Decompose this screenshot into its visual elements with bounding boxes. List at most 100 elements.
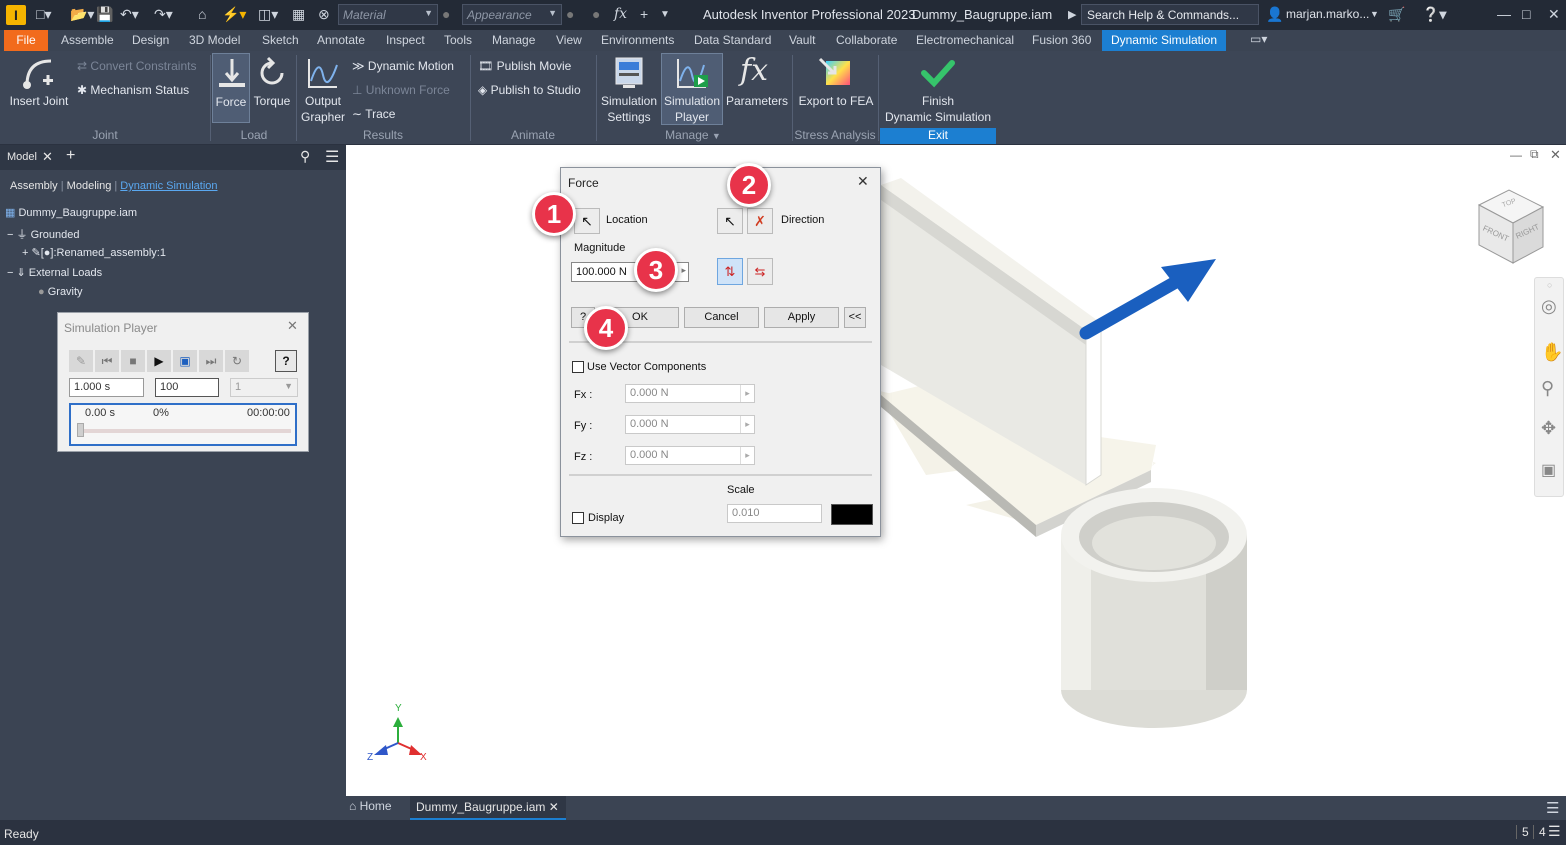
fx-arrow-icon[interactable]: ▸	[740, 385, 754, 402]
redo-icon[interactable]: ↷▾	[154, 6, 173, 23]
inventor-logo-icon[interactable]: I	[6, 5, 26, 25]
insert-joint-button[interactable]: Insert Joint	[4, 53, 72, 121]
tab-file[interactable]: File	[4, 30, 48, 51]
simulation-settings-button[interactable]: Simulation Settings	[598, 53, 660, 125]
stop-icon[interactable]: ■	[121, 350, 145, 372]
steering-wheel-icon[interactable]: ◎	[1541, 296, 1557, 317]
play-icon[interactable]: ▶	[147, 350, 171, 372]
user-icon[interactable]: 👤	[1266, 6, 1283, 23]
sim-help-icon[interactable]: ?	[275, 350, 297, 372]
mode-modeling[interactable]: Modeling	[67, 180, 112, 192]
tab-assemble[interactable]: Assemble	[61, 33, 114, 47]
tabs-menu-icon[interactable]: ☰	[1546, 799, 1559, 817]
viewport-close-icon[interactable]: ✕	[1550, 147, 1561, 163]
images-input[interactable]: 100	[155, 378, 219, 397]
new-file-icon[interactable]: □▾	[36, 6, 51, 23]
status-menu-icon[interactable]: ☰	[1548, 823, 1561, 840]
orbit-icon[interactable]: ✥	[1541, 418, 1556, 439]
browser-menu-icon[interactable]: ☰	[325, 147, 339, 167]
trace-button[interactable]: ∼ Trace	[352, 107, 395, 121]
graphics-viewport[interactable]: Y X Z TOP FRONT RIGHT — ⧉ ✕ ○ ◎ ✋ ⚲ ✥ ▣	[346, 145, 1566, 796]
end-time-input[interactable]: 1.000 s	[69, 378, 144, 397]
appearance-sphere-icon[interactable]: ●	[442, 6, 450, 22]
cancel-button[interactable]: Cancel	[684, 307, 759, 328]
sim-player-close-icon[interactable]: ✕	[287, 318, 298, 334]
user-name[interactable]: marjan.marko...	[1286, 7, 1369, 21]
mechanism-status-button[interactable]: ✱ Mechanism Status	[77, 83, 189, 97]
customize-icon[interactable]: ▼	[660, 9, 670, 20]
output-grapher-button[interactable]: Output Grapher	[298, 53, 348, 125]
publish-studio-button[interactable]: ◈ Publish to Studio	[478, 83, 581, 97]
look-at-icon[interactable]: ▣	[1541, 460, 1556, 480]
adjust-icon[interactable]: ●	[592, 6, 600, 22]
ribbon-display-toggle-icon[interactable]: ▭▾	[1250, 32, 1267, 46]
model-tab[interactable]: Model	[7, 151, 37, 163]
zoom-icon[interactable]: ⚲	[1541, 378, 1554, 399]
tab-manage[interactable]: Manage	[492, 33, 535, 47]
viewport-minimize-icon[interactable]: —	[1510, 148, 1522, 162]
open-folder-icon[interactable]: 📂▾	[70, 6, 94, 23]
direction-select-button[interactable]: ↖	[717, 208, 743, 234]
flip-direction-button[interactable]: ✗	[747, 208, 773, 234]
document-tab[interactable]: Dummy_Baugruppe.iam ✕	[410, 796, 566, 820]
material-sphere-icon[interactable]: ⊗	[318, 6, 330, 23]
clear-appearance-icon[interactable]: ●	[566, 6, 574, 22]
maximize-icon[interactable]: □	[1522, 6, 1530, 22]
tab-view[interactable]: View	[556, 33, 582, 47]
torque-button[interactable]: Torque	[252, 53, 292, 123]
tree-grounded[interactable]: − ⏚ Grounded	[7, 226, 80, 242]
fixed-load-button[interactable]: ⇅	[717, 258, 743, 285]
force-button[interactable]: Force	[212, 53, 250, 123]
associative-load-button[interactable]: ⇆	[747, 258, 773, 285]
unknown-force-button[interactable]: ⊥ Unknown Force	[352, 83, 450, 97]
fz-input[interactable]: 0.000 N ▸	[625, 446, 755, 465]
add-browser-icon[interactable]: +	[66, 147, 75, 165]
display-checkbox[interactable]	[572, 512, 584, 524]
pan-icon[interactable]: ✋	[1541, 342, 1563, 363]
fy-arrow-icon[interactable]: ▸	[740, 416, 754, 433]
material-dropdown[interactable]: Material ▼	[338, 4, 438, 25]
progress-slider-thumb[interactable]	[77, 423, 84, 437]
measure-icon[interactable]: ▦	[292, 6, 305, 23]
tab-electromechanical[interactable]: Electromechanical	[916, 33, 1014, 47]
export-to-fea-button[interactable]: Export to FEA	[794, 53, 878, 125]
fy-input[interactable]: 0.000 N ▸	[625, 415, 755, 434]
apply-button[interactable]: Apply	[764, 307, 839, 328]
cart-icon[interactable]: 🛒	[1388, 6, 1405, 23]
viewport-restore-icon[interactable]: ⧉	[1530, 147, 1539, 162]
fx-input[interactable]: 0.000 N ▸	[625, 384, 755, 403]
tab-fusion-360[interactable]: Fusion 360	[1032, 33, 1091, 47]
tab-vault[interactable]: Vault	[789, 33, 815, 47]
help-icon[interactable]: ❔▾	[1422, 6, 1446, 23]
force-dialog-close-icon[interactable]: ✕	[857, 173, 869, 190]
close-tab-icon[interactable]: ✕	[549, 800, 559, 814]
save-icon[interactable]: 💾	[96, 6, 113, 23]
search-expand-icon[interactable]: ▶	[1068, 8, 1076, 21]
plus-icon[interactable]: +	[640, 6, 648, 22]
group-manage-label[interactable]: Manage ▼	[596, 128, 790, 142]
tab-data-standard[interactable]: Data Standard	[694, 33, 771, 47]
finish-dynamic-simulation-button[interactable]: Finish Dynamic Simulation	[880, 53, 996, 125]
tab-inspect[interactable]: Inspect	[386, 33, 425, 47]
progress-slider[interactable]	[77, 429, 291, 433]
use-vector-checkbox[interactable]	[572, 361, 584, 373]
construction-mode-icon[interactable]: ✎	[69, 350, 93, 372]
tree-external-loads[interactable]: − ⇓ External Loads	[7, 266, 102, 279]
undo-icon[interactable]: ↶▾	[120, 6, 139, 23]
tab-tools[interactable]: Tools	[444, 33, 472, 47]
user-dropdown-icon[interactable]: ▼	[1370, 9, 1379, 19]
display-color-swatch[interactable]	[831, 504, 873, 525]
parameters-button[interactable]: fx Parameters	[724, 53, 790, 125]
search-input[interactable]: Search Help & Commands...	[1081, 4, 1259, 25]
select-icon[interactable]: ◫▾	[258, 6, 278, 23]
tab-sketch[interactable]: Sketch	[262, 33, 299, 47]
collapse-options-button[interactable]: <<	[844, 307, 866, 328]
search-icon[interactable]: ⚲	[300, 148, 310, 165]
end-icon[interactable]: ⏭	[199, 350, 223, 372]
mode-assembly[interactable]: Assembly	[10, 180, 58, 192]
tab-dynamic-simulation[interactable]: Dynamic Simulation	[1102, 30, 1226, 51]
nav-close-icon[interactable]: ○	[1547, 280, 1552, 290]
update-icon[interactable]: ⚡▾	[222, 6, 246, 23]
fx-icon[interactable]: fx	[614, 6, 627, 22]
filter-select[interactable]: 1 ▼	[230, 378, 298, 397]
